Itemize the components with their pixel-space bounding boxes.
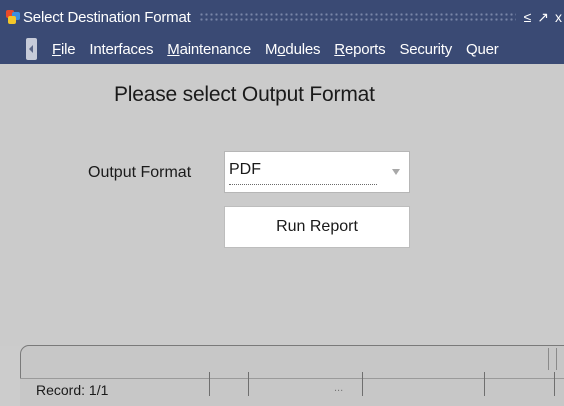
menu-label: Interfaces: [89, 40, 154, 58]
app-window: Select Destination Format ≤ ↗ x File Int…: [0, 0, 564, 406]
menu-query[interactable]: Quer: [466, 41, 499, 58]
status-divider: [362, 372, 363, 396]
status-divider: [554, 372, 555, 396]
form-heading: Please select Output Format: [114, 83, 375, 106]
menu-security[interactable]: Security: [399, 41, 452, 58]
menu-scroll-left-icon[interactable]: [26, 38, 37, 60]
status-divider: [548, 348, 549, 370]
chevron-down-icon[interactable]: [392, 169, 400, 175]
menu-mnemonic: R: [334, 40, 345, 58]
menu-file[interactable]: File: [52, 40, 76, 58]
menu-bar: File Interfaces Maintenance Modules Repo…: [0, 34, 564, 64]
menu-mnemonic: F: [52, 40, 61, 58]
menu-label: Security: [399, 40, 453, 58]
menu-modules[interactable]: Modules: [264, 40, 321, 58]
menu-label: Quer: [466, 40, 499, 58]
menu-mnemonic: M: [167, 40, 180, 58]
maximize-icon[interactable]: ↗: [537, 10, 549, 24]
status-divider: [556, 348, 557, 370]
menu-label: Modules: [264, 40, 321, 58]
minimize-icon[interactable]: ≤: [524, 10, 532, 24]
status-divider: [484, 372, 485, 396]
window-controls: ≤ ↗ x: [524, 10, 562, 24]
status-ellipsis: ...: [334, 382, 344, 394]
app-logo-icon: [6, 10, 20, 24]
menu-label: Maintenance: [167, 40, 251, 58]
close-icon[interactable]: x: [555, 10, 562, 24]
menu-interfaces[interactable]: Interfaces: [89, 41, 153, 58]
output-format-label: Output Format: [88, 164, 192, 181]
title-bar[interactable]: Select Destination Format ≤ ↗ x: [0, 0, 564, 34]
status-divider: [209, 372, 210, 396]
output-format-value: PDF: [229, 161, 261, 178]
status-divider: [248, 372, 249, 396]
title-bar-grip: [198, 12, 516, 22]
output-format-select[interactable]: PDF: [224, 151, 410, 193]
menu-label: Reports: [334, 40, 386, 58]
menu-label: File: [52, 40, 76, 58]
window-title: Select Destination Format: [23, 8, 191, 26]
run-report-button[interactable]: Run Report: [224, 206, 410, 248]
record-count: Record: 1/1: [36, 382, 109, 398]
select-focus-underline: [229, 184, 377, 185]
menu-mnemonic: o: [277, 40, 286, 58]
menu-reports[interactable]: Reports: [334, 41, 385, 58]
menu-maintenance[interactable]: Maintenance: [167, 41, 251, 58]
